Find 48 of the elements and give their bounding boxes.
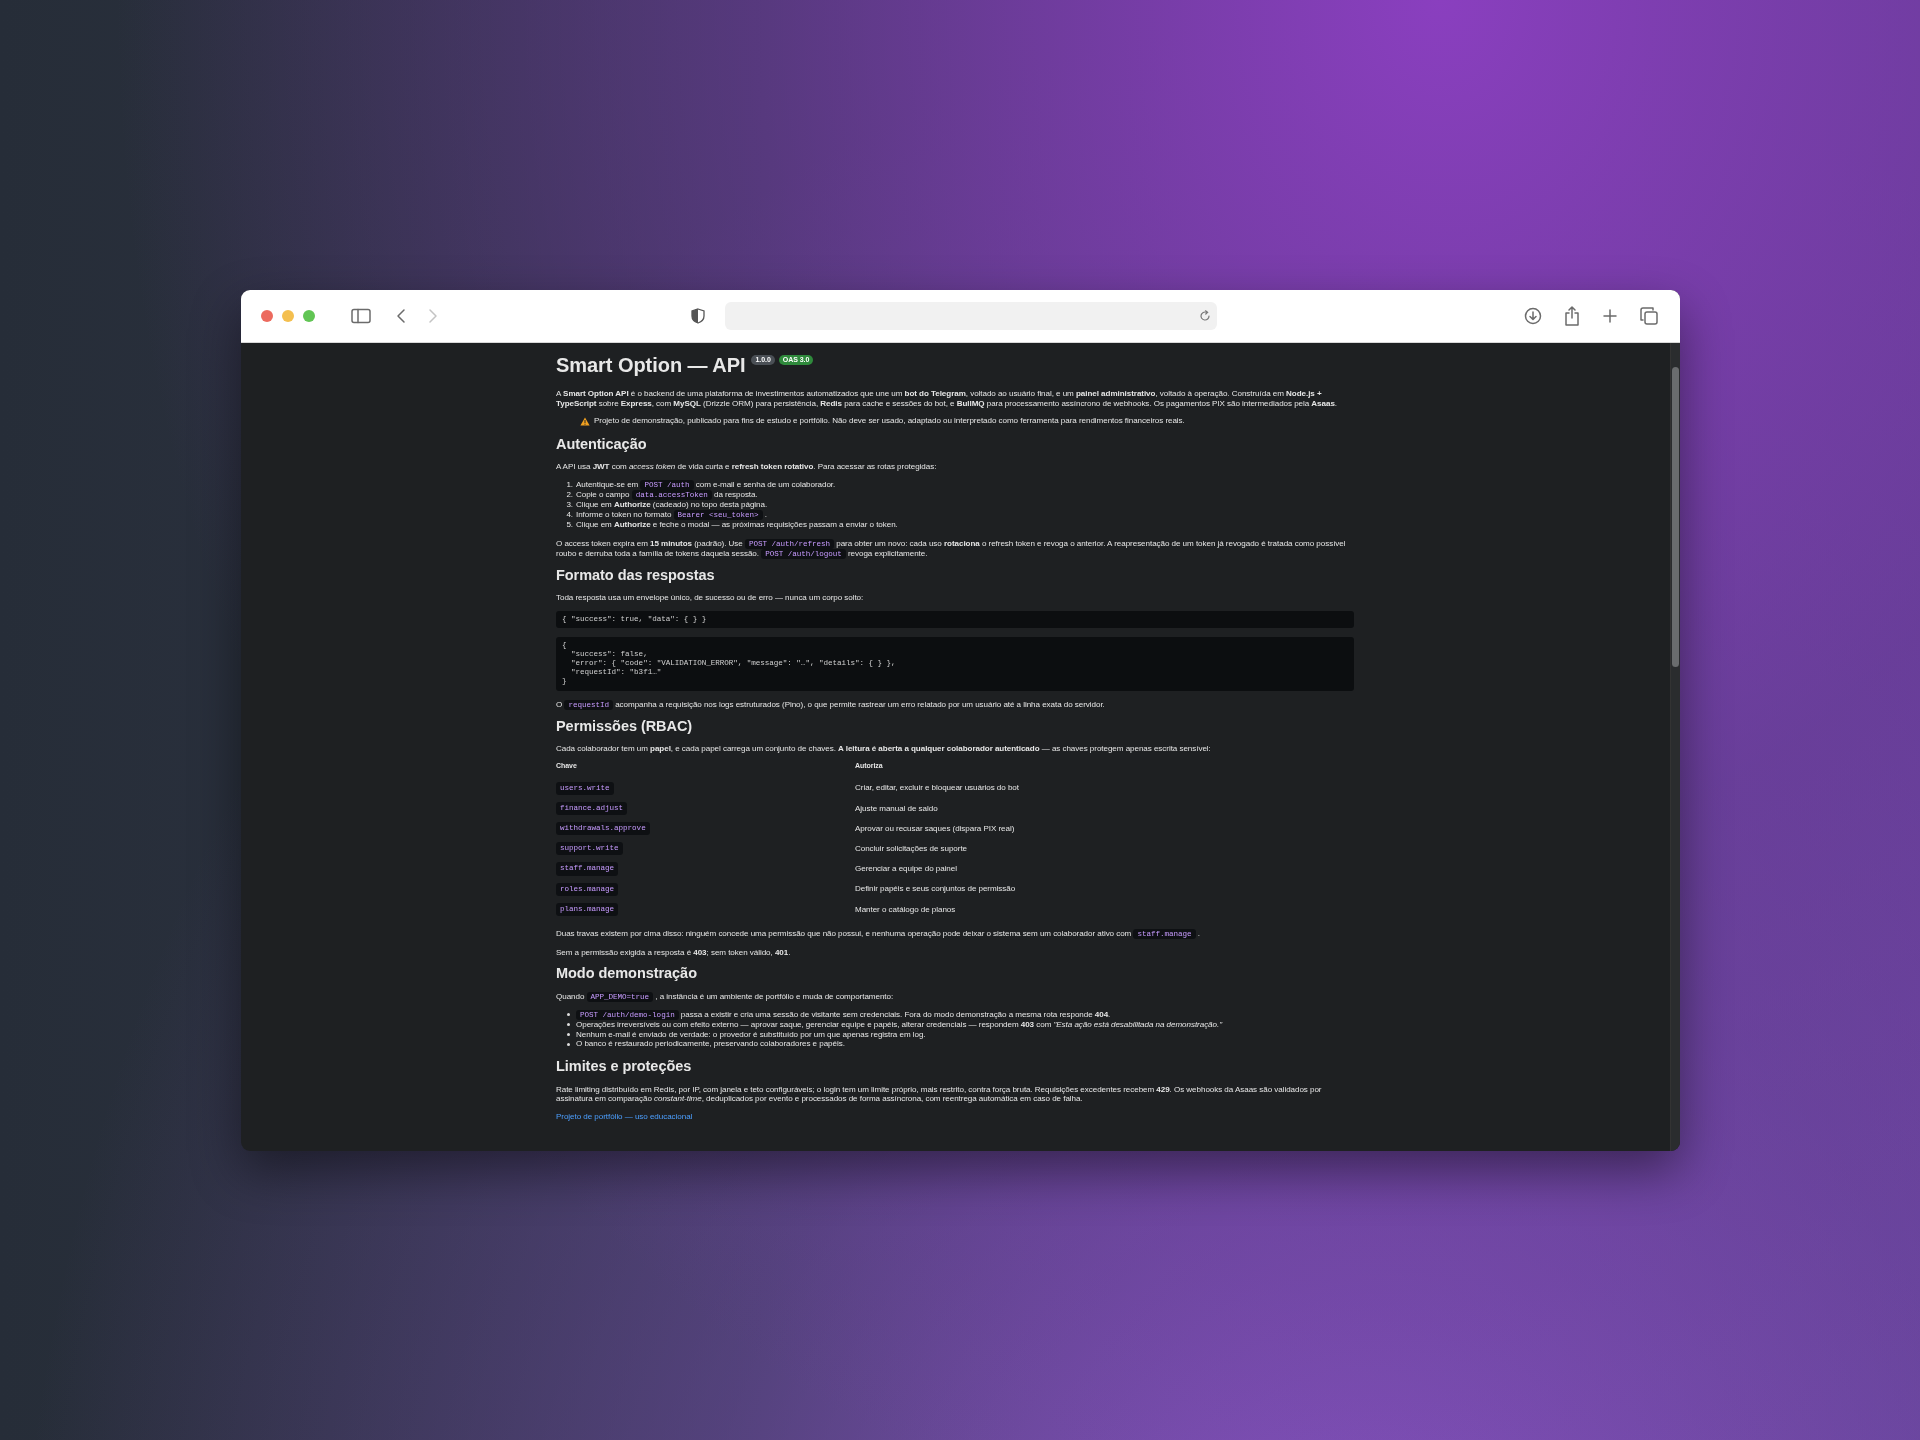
table-cell-text: Concluir solicitações de suporte [855, 842, 968, 855]
footer-link[interactable]: Projeto de portfólio — uso educacional [556, 1111, 693, 1121]
sidebar-icon[interactable] [351, 308, 371, 324]
window-control-dot[interactable] [303, 310, 315, 322]
scrollbar-thumb[interactable] [1672, 367, 1679, 667]
section-heading: Autenticação [556, 435, 648, 454]
download-icon[interactable] [1524, 307, 1542, 325]
bullet-icon [567, 1042, 570, 1046]
paragraph: Rate limiting distribuído em Redis, por IP, com janela e teto configuráveis; o login tem um limite próprio, mais restrito, contra força bruta. Requisições excedentes recebem 429. Os webhooks da Asaas são validados por assinatura em comparação constant-time, deduplicados por evento e processados de forma assíncrona, com reentrega automática em caso de falha. [556, 1084, 1323, 1104]
list-item-text: Clique em Authorize (cadeado) no topo desta página. [576, 500, 768, 510]
table-cell-text: Ajuste manual de saldo [855, 802, 939, 815]
tabs-icon[interactable] [1640, 307, 1658, 325]
section-heading: Formato das respostas [556, 566, 716, 585]
bullet-icon [567, 1033, 570, 1036]
page-title: Smart Option — API [556, 353, 746, 377]
list-item-text: Clique em Authorize e feche o modal — as próximas requisições passam a enviar o token. [576, 520, 898, 530]
table-cell-text: Definir papéis e seus conjuntos de permissão [855, 883, 1017, 896]
list-item-text: Operações irreversíveis ou com efeito externo — aprovar saque, gerenciar equipe e papéis, alterar credenciais — respondem 403 com "Esta ação está desabilitada na demonstração." [576, 1019, 1222, 1030]
bullet-icon [567, 1023, 570, 1027]
list-number: 1. [565, 480, 574, 491]
warning-icon[interactable] [580, 416, 590, 426]
table-cell-text: Aprovar ou recusar saques (dispara PIX real) [855, 822, 1016, 835]
shield-icon[interactable] [691, 308, 705, 324]
warning-note: Projeto de demonstração, publicado para fins de estudo e portfólio. Não deve ser usado, adaptado ou interpretado como ferramenta para rendimentos financeiros reais. [594, 416, 1185, 426]
plus-icon[interactable] [1602, 308, 1618, 324]
paragraph: Toda resposta usa um envelope único, de sucesso ou de erro — nunca um corpo solto: [556, 593, 865, 603]
table-cell-text: Manter o catálogo de planos [855, 903, 957, 916]
paragraph: Sem a permissão exigida a resposta é 403; sem token válido, 401. [556, 947, 792, 958]
window-control-dot[interactable] [261, 310, 273, 322]
bullet-icon [567, 1013, 570, 1017]
window-control-dot[interactable] [282, 310, 294, 322]
list-number: 5. [565, 520, 574, 530]
section-heading: Permissões (RBAC) [556, 717, 694, 736]
paragraph: Cada colaborador tem um papel, e cada papel carrega um conjunto de chaves. A leitura é aberta a qualquer colaborador autenticado — as chaves protegem apenas escrita sensível: [556, 744, 1212, 754]
list-item-text: Nenhum e-mail é enviado de verdade: o provedor é substituído por um que apenas registra em log. [576, 1029, 926, 1040]
share-icon[interactable] [1564, 306, 1580, 326]
scrollbar[interactable] [1670, 343, 1680, 1151]
list-number: 4. [565, 509, 574, 520]
list-item-text: O banco é restaurado periodicamente, preservando colaboradores e papéis. [576, 1039, 845, 1050]
table-cell-text: Gerenciar a equipe do painel [855, 863, 958, 876]
paragraph: A Smart Option API é o backend de uma plataforma de investimentos automatizados que une um bot do Telegram, voltado ao usuário final, e um painel administrativo, voltado à operação. Construída em Node.js + TypeScript sobre Express, com MySQL (Drizzle ORM) para persistência, Redis para cache e sessões do bot, e BullMQ para processamento assíncrono de webhooks. Os pagamentos PIX são intermediados pela Asaas. [556, 389, 1338, 409]
list-number: 2. [565, 490, 574, 501]
section-heading: Limites e proteções [556, 1058, 693, 1076]
reload-icon[interactable] [1199, 310, 1211, 322]
list-number: 3. [565, 500, 574, 510]
table-cell-text: Criar, editar, excluir e bloquear usuários do bot [855, 782, 1020, 795]
section-heading: Modo demonstração [556, 965, 698, 983]
paragraph: A API usa JWT com access token de vida curta e refresh token rotativo. Para acessar as rotas protegidas: [556, 462, 938, 472]
